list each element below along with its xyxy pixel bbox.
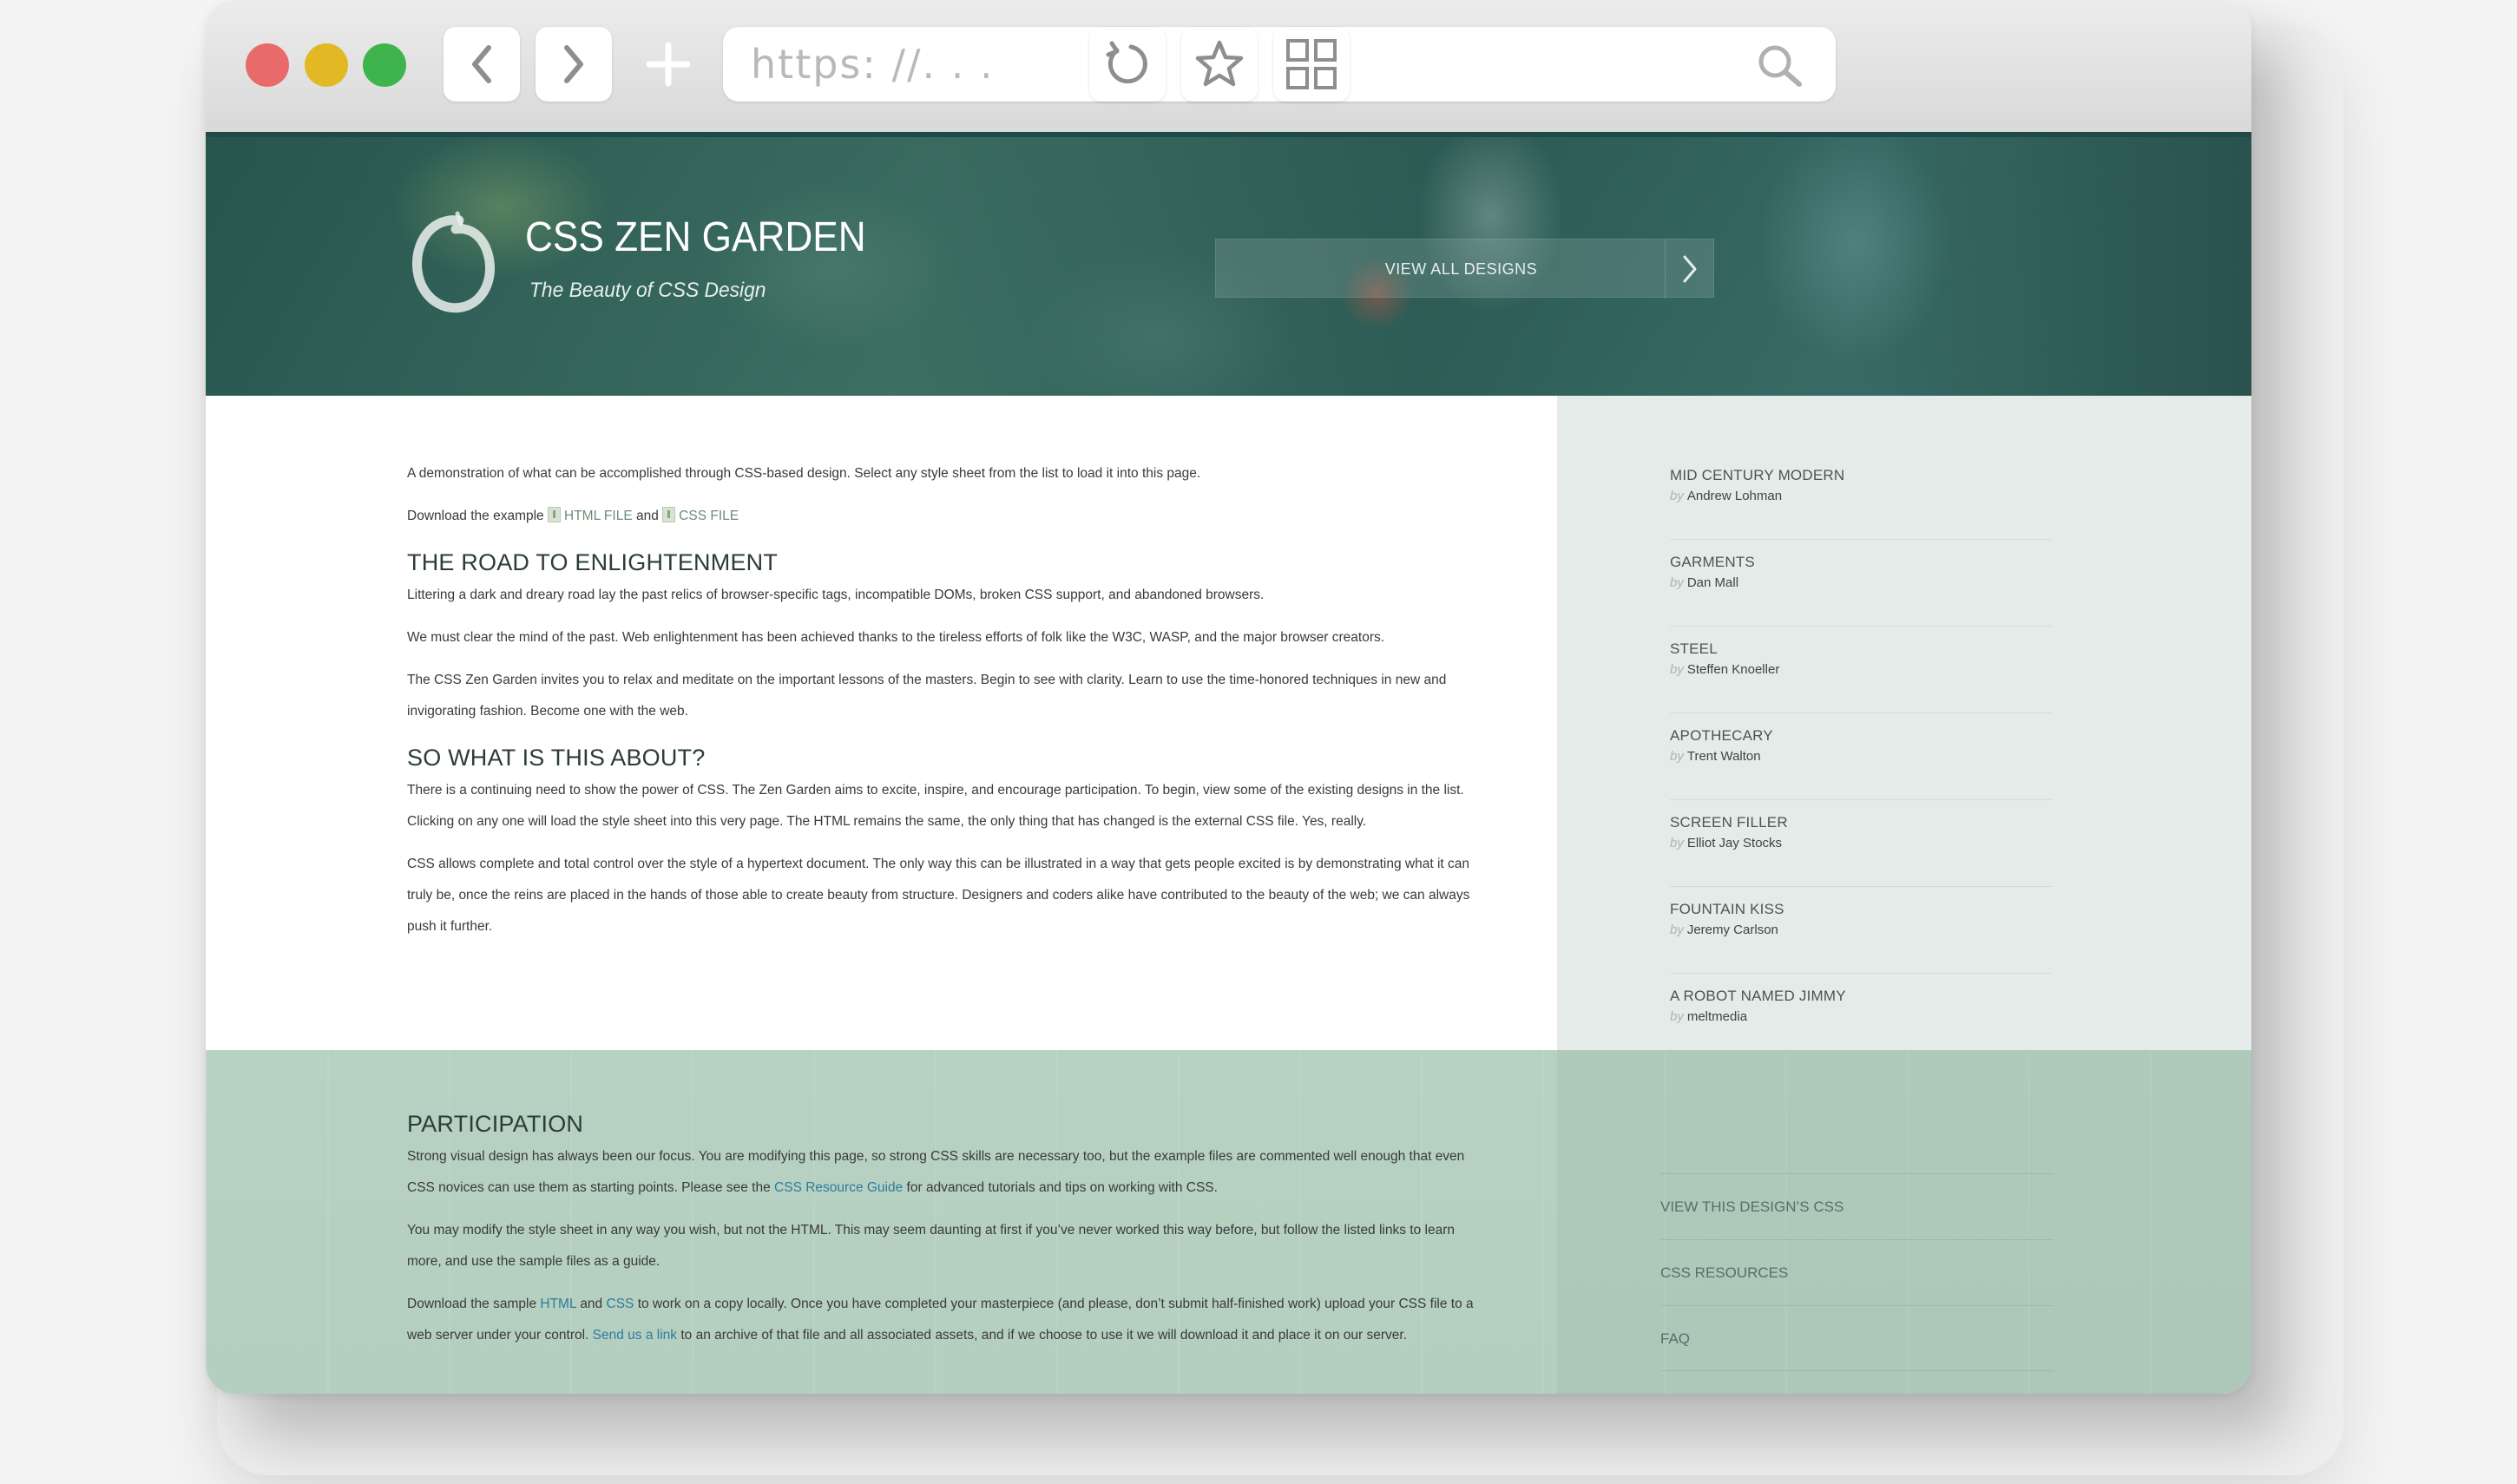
by-label: by [1670,836,1684,850]
view-design-css-link[interactable]: VIEW THIS DESIGN’S CSS [1660,1173,2054,1239]
design-name[interactable]: APOTHECARY [1670,727,2052,745]
browser-toolbar [206,0,2251,132]
design-author[interactable]: Elliot Jay Stocks [1687,836,1782,850]
sample-css-link[interactable]: CSS [607,1297,634,1311]
maximize-window-button[interactable] [363,43,406,87]
close-window-button[interactable] [246,43,289,87]
site-subtitle: The Beauty of CSS Design [529,279,766,302]
design-list: MID CENTURY MODERN by Andrew Lohman GARMENT… [1670,453,2052,1147]
participation-text: and [580,1297,603,1311]
participation-content: PARTICIPATION Strong visual design has a… [407,1111,1692,1363]
participation-text: to an archive of that file and all assoc… [680,1328,1407,1343]
forward-button[interactable] [536,27,612,102]
participation-paragraph-3: Download the sample HTML and CSS to work… [407,1289,1475,1351]
sidebar-links: VIEW THIS DESIGN’S CSS CSS RESOURCES FAQ [1660,1173,2054,1371]
participation-text: for advanced tutorials and tips on worki… [906,1180,1218,1195]
about-paragraph-1: There is a continuing need to show the p… [407,783,1464,829]
design-name[interactable]: STEEL [1670,640,2052,658]
browser-window: CSS ZEN GARDEN The Beauty of CSS Design … [206,0,2251,1394]
design-list-item[interactable]: FOUNTAIN KISS by Jeremy Carlson [1670,887,2052,974]
design-list-item[interactable]: GARMENTS by Dan Mall [1670,540,2052,627]
design-list-item[interactable]: A ROBOT NAMED JIMMY by meltmedia [1670,974,2052,1060]
grid-icon [1286,39,1337,89]
by-label: by [1670,1009,1684,1024]
design-author-line: by Andrew Lohman [1670,489,2052,503]
by-label: by [1670,923,1684,937]
design-author-line: by Elliot Jay Stocks [1670,836,2052,850]
css-resources-link[interactable]: CSS RESOURCES [1660,1239,2054,1305]
by-label: by [1670,575,1684,590]
design-author[interactable]: Dan Mall [1687,575,1738,590]
css-resource-guide-link[interactable]: CSS Resource Guide [774,1180,903,1195]
design-list-item[interactable]: MID CENTURY MODERN by Andrew Lohman [1670,453,2052,540]
reload-button[interactable] [1089,27,1166,102]
design-author-line: by meltmedia [1670,1009,2052,1024]
design-author-line: by Dan Mall [1670,575,2052,590]
tabs-grid-button[interactable] [1273,27,1350,102]
about-heading: SO WHAT IS THIS ABOUT? [407,745,706,771]
by-label: by [1670,662,1684,677]
by-label: by [1670,749,1684,764]
faq-link[interactable]: FAQ [1660,1305,2054,1371]
road-paragraph-2: We must clear the mind of the past. Web … [407,630,1385,645]
design-author[interactable]: Trent Walton [1687,749,1761,764]
site-title: CSS ZEN GARDEN [525,214,866,260]
view-all-arrow[interactable] [1665,240,1713,299]
star-icon [1195,40,1244,87]
design-list-item[interactable]: STEEL by Steffen Knoeller [1670,627,2052,713]
design-name[interactable]: FOUNTAIN KISS [1670,901,2052,918]
design-name[interactable]: GARMENTS [1670,554,2052,571]
design-author-line: by Trent Walton [1670,749,2052,764]
participation-paragraph-1: Strong visual design has always been our… [407,1141,1475,1204]
design-author[interactable]: Andrew Lohman [1687,489,1782,503]
design-author-line: by Steffen Knoeller [1670,662,2052,677]
design-author[interactable]: Jeremy Carlson [1687,923,1778,937]
plus-icon [646,42,691,87]
design-list-item[interactable]: APOTHECARY by Trent Walton [1670,713,2052,800]
intro-summary: A demonstration of what can be accomplis… [407,466,1201,481]
site-header: CSS ZEN GARDEN The Beauty of CSS Design … [206,132,2251,396]
html-file-link[interactable]: HTML FILE [564,509,633,523]
search-icon[interactable] [1756,43,1804,88]
design-author[interactable]: meltmedia [1687,1009,1747,1024]
about-paragraph-2: CSS allows complete and total control ov… [407,857,1470,934]
intro-section: A demonstration of what can be accomplis… [407,458,1692,954]
minimize-window-button[interactable] [305,43,348,87]
view-all-designs-label: VIEW ALL DESIGNS [1384,260,1538,278]
view-all-designs-button[interactable]: VIEW ALL DESIGNS [1215,239,1714,299]
design-author[interactable]: Steffen Knoeller [1687,662,1779,677]
sample-html-link[interactable]: HTML [540,1297,576,1311]
chevron-right-icon [564,45,583,83]
reload-icon [1106,41,1147,84]
design-author-line: by Jeremy Carlson [1670,923,2052,937]
back-button[interactable] [444,27,520,102]
download-line: Download the example HTML FILE and CSS F… [407,501,1475,532]
css-file-link[interactable]: CSS FILE [679,509,739,523]
road-paragraph-3: The CSS Zen Garden invites you to relax … [407,673,1447,719]
by-label: by [1670,489,1684,503]
road-heading: THE ROAD TO ENLIGHTENMENT [407,549,779,575]
enso-logo-icon [412,211,495,313]
download-and: and [635,509,659,523]
design-name[interactable]: MID CENTURY MODERN [1670,467,2052,484]
download-prefix: Download the example [407,509,544,523]
chevron-left-icon [472,45,491,83]
design-name[interactable]: A ROBOT NAMED JIMMY [1670,988,2052,1005]
participation-heading: PARTICIPATION [407,1111,584,1137]
download-file-icon [548,507,561,522]
participation-paragraph-2: You may modify the style sheet in any wa… [407,1223,1456,1269]
new-tab-button[interactable] [644,40,693,89]
main-content: A demonstration of what can be accomplis… [206,396,1557,1050]
design-name[interactable]: SCREEN FILLER [1670,814,2052,831]
participation-text: Download the sample [407,1297,537,1311]
bookmark-button[interactable] [1181,27,1258,102]
send-link-link[interactable]: Send us a link [593,1328,677,1343]
download-file-icon [662,507,676,522]
design-list-item[interactable]: SCREEN FILLER by Elliot Jay Stocks [1670,800,2052,887]
road-paragraph-1: Littering a dark and dreary road lay the… [407,588,1265,602]
chevron-right-icon [1683,255,1696,283]
